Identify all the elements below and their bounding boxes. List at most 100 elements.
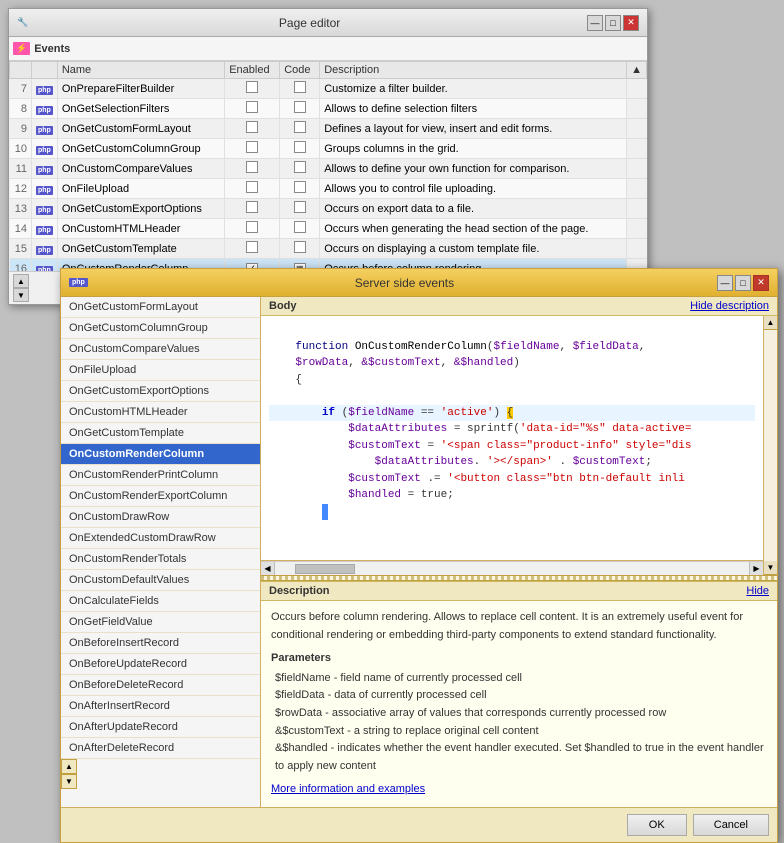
- close-button[interactable]: ✕: [623, 15, 639, 31]
- enabled-checkbox[interactable]: [246, 221, 258, 233]
- sse-event-item[interactable]: OnBeforeDeleteRecord: [61, 675, 260, 696]
- table-row[interactable]: 7 php OnPrepareFilterBuilder Customize a…: [10, 79, 647, 99]
- vscroll-down-btn[interactable]: ▼: [764, 561, 777, 575]
- cancel-button[interactable]: Cancel: [693, 814, 769, 836]
- code-checkbox[interactable]: [294, 221, 306, 233]
- sse-event-item[interactable]: OnCustomRenderPrintColumn: [61, 465, 260, 486]
- vscroll-up-btn[interactable]: ▲: [764, 316, 777, 330]
- sse-event-item[interactable]: OnAfterDeleteRecord: [61, 738, 260, 759]
- table-row[interactable]: 12 php OnFileUpload Allows you to contro…: [10, 179, 647, 199]
- enabled-checkbox[interactable]: [246, 161, 258, 173]
- code-line-7: $dataAttributes = sprintf('data-id="%s" …: [269, 421, 755, 438]
- sse-close-button[interactable]: ✕: [753, 275, 769, 291]
- sse-event-item[interactable]: OnCustomDrawRow: [61, 507, 260, 528]
- row-name: OnGetCustomTemplate: [57, 239, 224, 259]
- row-num: 10: [10, 139, 32, 159]
- sse-event-item[interactable]: OnFileUpload: [61, 360, 260, 381]
- sse-event-item[interactable]: OnExtendedCustomDrawRow: [61, 528, 260, 549]
- row-php-icon: php: [32, 79, 58, 99]
- code-line-10: $customText .= '<button class="btn btn-d…: [269, 471, 755, 488]
- code-line-12: [269, 504, 755, 521]
- code-checkbox[interactable]: [294, 161, 306, 173]
- sse-event-list[interactable]: OnGetCustomFormLayoutOnGetCustomColumnGr…: [61, 297, 261, 807]
- table-row[interactable]: 15 php OnGetCustomTemplate Occurs on dis…: [10, 239, 647, 259]
- enabled-checkbox[interactable]: [246, 181, 258, 193]
- hscroll-left-btn[interactable]: ◀: [261, 562, 275, 576]
- enabled-checkbox[interactable]: [246, 101, 258, 113]
- row-name: OnPrepareFilterBuilder: [57, 79, 224, 99]
- enabled-checkbox[interactable]: [246, 241, 258, 253]
- code-vscroll[interactable]: ▲ ▼: [763, 316, 777, 575]
- vscroll-track[interactable]: [764, 330, 777, 561]
- table-row[interactable]: 11 php OnCustomCompareValues Allows to d…: [10, 159, 647, 179]
- code-hscrollbar[interactable]: ◀ ▶: [261, 561, 763, 575]
- row-num: 12: [10, 179, 32, 199]
- maximize-button[interactable]: □: [605, 15, 621, 31]
- code-checkbox[interactable]: [294, 181, 306, 193]
- table-row[interactable]: 9 php OnGetCustomFormLayout Defines a la…: [10, 119, 647, 139]
- row-desc: Customize a filter builder.: [320, 79, 627, 99]
- page-editor-controls: — □ ✕: [587, 15, 639, 31]
- code-checkbox[interactable]: [294, 81, 306, 93]
- sse-left-up-arrow[interactable]: ▲: [61, 759, 77, 774]
- sse-event-item[interactable]: OnBeforeUpdateRecord: [61, 654, 260, 675]
- sse-restore-button[interactable]: □: [735, 275, 751, 291]
- sse-event-item[interactable]: OnCustomCompareValues: [61, 339, 260, 360]
- row-enabled: [225, 79, 280, 99]
- enabled-checkbox[interactable]: [246, 141, 258, 153]
- sse-event-item[interactable]: OnCalculateFields: [61, 591, 260, 612]
- sse-left-down-arrow[interactable]: ▼: [61, 774, 77, 789]
- sse-event-item[interactable]: OnGetCustomFormLayout: [61, 297, 260, 318]
- code-checkbox[interactable]: [294, 121, 306, 133]
- code-checkbox[interactable]: [294, 141, 306, 153]
- desc-param: $rowData - associative array of values t…: [275, 705, 767, 723]
- sse-event-item[interactable]: OnAfterUpdateRecord: [61, 717, 260, 738]
- enabled-checkbox[interactable]: [246, 201, 258, 213]
- more-info-link[interactable]: More information and examples: [271, 781, 425, 799]
- sse-event-item[interactable]: OnGetCustomColumnGroup: [61, 318, 260, 339]
- sse-titlebar: php Server side events — □ ✕: [61, 269, 777, 297]
- col-name: Name: [57, 62, 224, 79]
- sse-event-item[interactable]: OnGetCustomExportOptions: [61, 381, 260, 402]
- scroll-up-arrow[interactable]: ▲: [13, 274, 29, 288]
- row-desc: Occurs on export data to a file.: [320, 199, 627, 219]
- row-name: OnGetCustomExportOptions: [57, 199, 224, 219]
- code-checkbox[interactable]: [294, 241, 306, 253]
- code-line-5: [269, 388, 755, 405]
- row-name: OnFileUpload: [57, 179, 224, 199]
- sse-event-item[interactable]: OnAfterInsertRecord: [61, 696, 260, 717]
- row-desc: Allows to define selection filters: [320, 99, 627, 119]
- sse-event-item[interactable]: OnCustomRenderTotals: [61, 549, 260, 570]
- scroll-down-arrow[interactable]: ▼: [13, 288, 29, 302]
- events-table-container[interactable]: Name Enabled Code Description ▲ 7 php On…: [9, 61, 647, 271]
- enabled-checkbox[interactable]: [246, 121, 258, 133]
- table-row[interactable]: 10 php OnGetCustomColumnGroup Groups col…: [10, 139, 647, 159]
- sse-minimize-button[interactable]: —: [717, 275, 733, 291]
- sse-event-item[interactable]: OnCustomRenderExportColumn: [61, 486, 260, 507]
- hide-description-link[interactable]: Hide description: [690, 300, 769, 312]
- code-line-13: [269, 520, 755, 537]
- sse-event-item[interactable]: OnBeforeInsertRecord: [61, 633, 260, 654]
- ok-button[interactable]: OK: [627, 814, 687, 836]
- table-row[interactable]: 8 php OnGetSelectionFilters Allows to de…: [10, 99, 647, 119]
- row-code: [280, 179, 320, 199]
- code-editor[interactable]: function OnCustomRenderColumn($fieldName…: [261, 316, 763, 561]
- table-row[interactable]: 13 php OnGetCustomExportOptions Occurs o…: [10, 199, 647, 219]
- code-checkbox[interactable]: [294, 201, 306, 213]
- row-code: [280, 99, 320, 119]
- code-line-6: if ($fieldName == 'active') {: [269, 405, 755, 422]
- sse-event-item[interactable]: OnCustomRenderColumn: [61, 444, 260, 465]
- sse-event-item[interactable]: OnCustomDefaultValues: [61, 570, 260, 591]
- code-checkbox[interactable]: [294, 101, 306, 113]
- row-enabled: [225, 199, 280, 219]
- minimize-button[interactable]: —: [587, 15, 603, 31]
- table-row[interactable]: 14 php OnCustomHTMLHeader Occurs when ge…: [10, 219, 647, 239]
- enabled-checkbox[interactable]: [246, 81, 258, 93]
- sse-event-item[interactable]: OnGetFieldValue: [61, 612, 260, 633]
- sse-event-item[interactable]: OnCustomHTMLHeader: [61, 402, 260, 423]
- hscroll-right-btn[interactable]: ▶: [749, 562, 763, 576]
- hscroll-thumb[interactable]: [295, 564, 355, 574]
- row-php-icon: php: [32, 259, 58, 272]
- sse-event-item[interactable]: OnGetCustomTemplate: [61, 423, 260, 444]
- hide-link[interactable]: Hide: [746, 585, 769, 597]
